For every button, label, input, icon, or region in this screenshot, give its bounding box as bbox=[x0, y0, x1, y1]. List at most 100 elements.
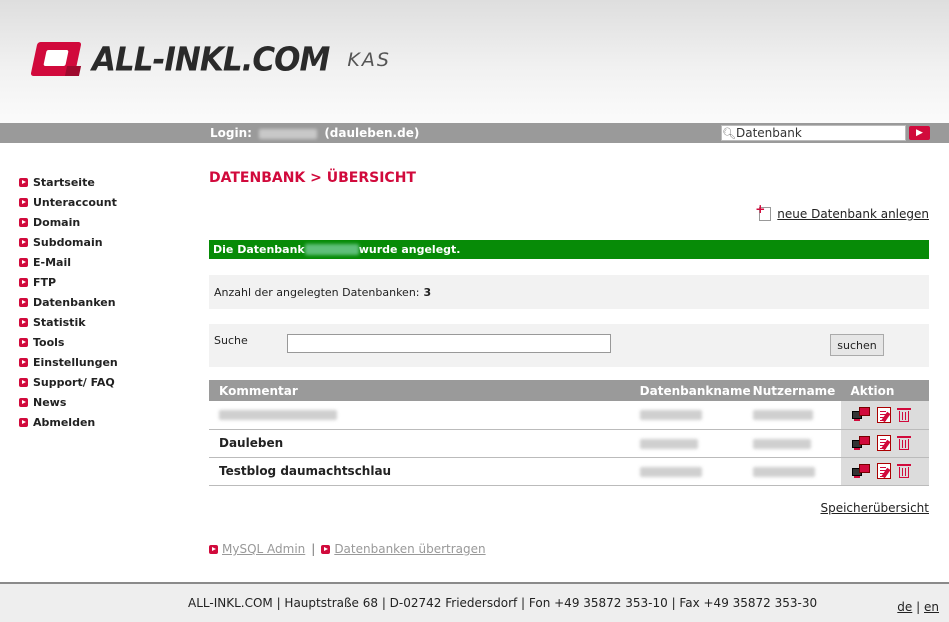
logo-text: ALL-INKL.COM bbox=[92, 41, 330, 79]
search-icon: 🔍︎ bbox=[722, 126, 736, 140]
arrow-bullet-icon bbox=[19, 357, 28, 367]
sidebar-item-statistik[interactable]: Statistik bbox=[19, 312, 118, 332]
arrow-bullet-icon bbox=[19, 337, 28, 347]
arrow-bullet-icon bbox=[19, 277, 28, 287]
lang-en-link[interactable]: en bbox=[924, 600, 939, 614]
sidebar-item-tools[interactable]: Tools bbox=[19, 332, 118, 352]
search-go-button[interactable]: ▶ bbox=[909, 126, 930, 140]
column-header-nutzername[interactable]: Nutzername bbox=[750, 380, 841, 401]
redacted-username bbox=[752, 410, 813, 421]
new-database-link[interactable]: neue Datenbank anlegen bbox=[777, 207, 929, 221]
table-header-row: Kommentar Datenbankname Nutzername Aktio… bbox=[209, 380, 929, 401]
footer: ALL-INKL.COM | Hauptstraße 68 | D-02742 … bbox=[0, 582, 949, 622]
comment-cell: Dauleben bbox=[209, 429, 631, 458]
database-admin-icon[interactable] bbox=[851, 435, 871, 451]
login-info: Login: (dauleben.de) bbox=[210, 126, 419, 140]
database-count: Anzahl der angelegten Datenbanken: 3 bbox=[209, 275, 929, 309]
global-search-input[interactable] bbox=[736, 126, 901, 140]
mysql-admin-link[interactable]: MySQL Admin bbox=[222, 542, 305, 556]
lang-de-link[interactable]: de bbox=[897, 600, 912, 614]
edit-icon[interactable] bbox=[876, 463, 891, 479]
database-table: Kommentar Datenbankname Nutzername Aktio… bbox=[209, 380, 929, 486]
table-row: Dauleben bbox=[209, 429, 929, 458]
redacted-comment bbox=[219, 410, 337, 421]
search-panel: Suche suchen bbox=[209, 324, 929, 367]
actions-cell bbox=[840, 401, 929, 430]
bottom-links: MySQL Admin | Datenbanken übertragen bbox=[209, 542, 486, 556]
redacted-username bbox=[259, 128, 318, 139]
success-message: Die Datenbank wurde angelegt. bbox=[209, 240, 929, 259]
all-inkl-logo[interactable]: ALL-INKL.COM KAS bbox=[30, 38, 391, 82]
comment-cell: Testblog daumachtschlau bbox=[209, 457, 631, 486]
sidebar-item-email[interactable]: E-Mail bbox=[19, 252, 118, 272]
redacted-db-name bbox=[304, 244, 359, 255]
comment-cell bbox=[209, 401, 631, 430]
logo-mark-icon bbox=[30, 40, 82, 80]
sidebar-item-subdomain[interactable]: Subdomain bbox=[19, 232, 118, 252]
arrow-bullet-icon bbox=[19, 317, 28, 327]
login-domain: (dauleben.de) bbox=[324, 126, 420, 140]
database-admin-icon[interactable] bbox=[851, 463, 871, 479]
sidebar-item-abmelden[interactable]: Abmelden bbox=[19, 412, 118, 432]
username-cell bbox=[750, 429, 841, 458]
table-row bbox=[209, 401, 929, 430]
redacted-username bbox=[752, 466, 815, 477]
link-separator: | bbox=[311, 542, 316, 556]
actions-cell bbox=[840, 429, 929, 458]
column-header-kommentar[interactable]: Kommentar bbox=[209, 380, 631, 401]
table-row: Testblog daumachtschlau bbox=[209, 457, 929, 486]
username-cell bbox=[750, 457, 841, 486]
footer-address: ALL-INKL.COM | Hauptstraße 68 | D-02742 … bbox=[188, 596, 818, 610]
edit-icon[interactable] bbox=[876, 406, 891, 423]
header: ALL-INKL.COM KAS bbox=[0, 0, 949, 123]
sidebar-item-startseite[interactable]: Startseite bbox=[19, 172, 118, 192]
trash-icon[interactable] bbox=[896, 407, 911, 423]
arrow-bullet-icon bbox=[19, 397, 28, 407]
count-value: 3 bbox=[423, 285, 432, 299]
database-admin-icon[interactable] bbox=[851, 407, 871, 422]
arrow-bullet-icon bbox=[19, 197, 28, 207]
transfer-databases-link[interactable]: Datenbanken übertragen bbox=[334, 542, 485, 556]
new-document-icon[interactable] bbox=[755, 202, 772, 221]
count-label: Anzahl der angelegten Datenbanken: bbox=[214, 285, 420, 299]
arrow-bullet-icon bbox=[19, 177, 28, 187]
global-search[interactable]: 🔍︎ bbox=[721, 125, 906, 141]
sidebar-item-datenbanken[interactable]: Datenbanken bbox=[19, 292, 118, 312]
dbname-cell bbox=[630, 429, 751, 458]
arrow-bullet-icon bbox=[19, 237, 28, 247]
sidebar-item-news[interactable]: News bbox=[19, 392, 118, 412]
new-database: neue Datenbank anlegen bbox=[755, 202, 929, 221]
arrow-bullet-icon bbox=[209, 544, 218, 554]
database-search-input[interactable] bbox=[287, 334, 611, 353]
search-label: Suche bbox=[214, 334, 248, 347]
arrow-bullet-icon bbox=[321, 544, 331, 554]
arrow-bullet-icon bbox=[19, 377, 28, 387]
redacted-username bbox=[752, 438, 811, 449]
sidebar-item-support[interactable]: Support/ FAQ bbox=[19, 372, 118, 392]
username-cell bbox=[750, 401, 841, 430]
sidebar-nav: Startseite Unteraccount Domain Subdomain… bbox=[19, 172, 118, 432]
arrow-bullet-icon bbox=[19, 417, 28, 427]
actions-cell bbox=[840, 457, 929, 486]
edit-icon[interactable] bbox=[876, 435, 891, 451]
column-header-datenbankname[interactable]: Datenbankname bbox=[630, 380, 751, 401]
play-arrow-icon: ▶ bbox=[916, 128, 923, 138]
sidebar-item-einstellungen[interactable]: Einstellungen bbox=[19, 352, 118, 372]
dbname-cell bbox=[630, 401, 751, 430]
trash-icon[interactable] bbox=[896, 435, 911, 451]
logo-suffix: KAS bbox=[347, 49, 391, 71]
sidebar-item-unteraccount[interactable]: Unteraccount bbox=[19, 192, 118, 212]
dbname-cell bbox=[630, 457, 751, 486]
arrow-bullet-icon bbox=[19, 297, 28, 307]
redacted-dbname bbox=[639, 410, 702, 421]
redacted-dbname bbox=[639, 438, 698, 449]
arrow-bullet-icon bbox=[19, 217, 28, 227]
search-button[interactable]: suchen bbox=[830, 334, 884, 356]
lang-separator: | bbox=[916, 600, 921, 614]
arrow-bullet-icon bbox=[19, 257, 28, 267]
trash-icon[interactable] bbox=[896, 463, 911, 479]
storage-overview-link[interactable]: Speicherübersicht bbox=[820, 501, 929, 515]
page-title: DATENBANK > ÜBERSICHT bbox=[209, 170, 416, 186]
sidebar-item-ftp[interactable]: FTP bbox=[19, 272, 118, 292]
sidebar-item-domain[interactable]: Domain bbox=[19, 212, 118, 232]
